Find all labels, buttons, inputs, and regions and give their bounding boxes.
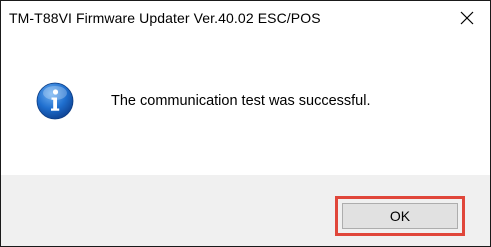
message-dialog: TM-T88VI Firmware Updater Ver.40.02 ESC/…: [0, 0, 491, 247]
info-icon: [36, 82, 74, 120]
ok-button-highlight: OK: [335, 196, 465, 236]
close-button[interactable]: [444, 1, 490, 35]
ok-button[interactable]: OK: [342, 203, 458, 229]
close-icon: [460, 11, 474, 25]
title-bar[interactable]: TM-T88VI Firmware Updater Ver.40.02 ESC/…: [1, 1, 490, 35]
button-bar: OK: [1, 175, 490, 246]
window-title: TM-T88VI Firmware Updater Ver.40.02 ESC/…: [9, 10, 321, 26]
dialog-content: The communication test was successful.: [1, 35, 490, 175]
message-text: The communication test was successful.: [111, 93, 371, 109]
